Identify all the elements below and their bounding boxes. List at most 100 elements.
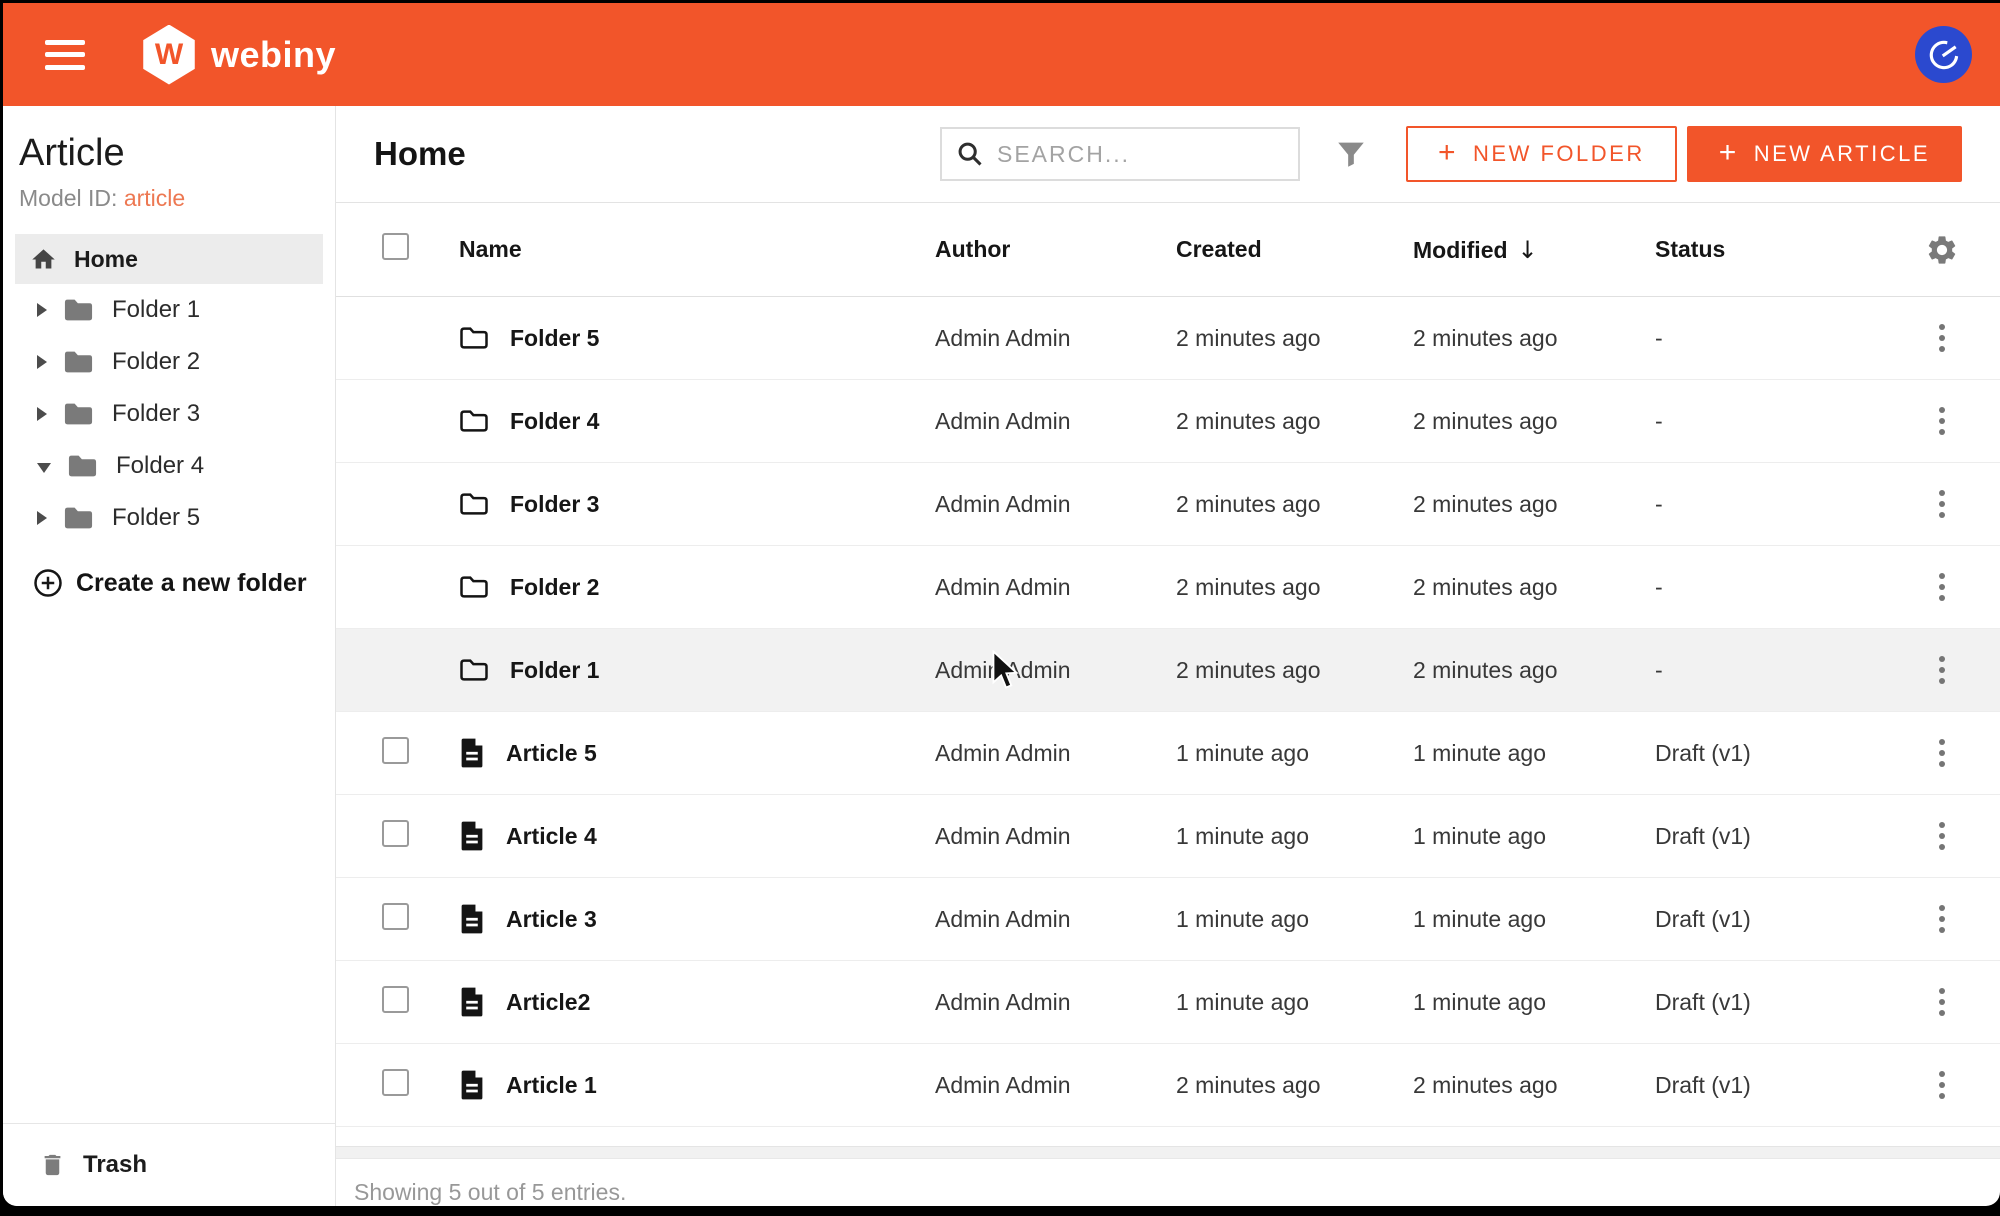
search-input[interactable] [997,141,1284,168]
user-avatar[interactable] [1915,26,1972,83]
column-header-created[interactable]: Created [1176,236,1413,263]
cell-created: 2 minutes ago [1176,657,1413,684]
kebab-menu-icon[interactable] [1933,484,1951,524]
cell-author: Admin Admin [935,408,1176,435]
table-row[interactable]: Article 3 Admin Admin 1 minute ago 1 min… [336,878,2000,961]
sidebar-folder-item[interactable]: Folder 3 [3,388,335,440]
caret-icon[interactable] [37,407,47,421]
table-row[interactable]: Folder 5 Admin Admin 2 minutes ago 2 min… [336,297,2000,380]
row-checkbox[interactable] [382,986,409,1013]
folder-tree: Home Folder 1 Folder 2 Folder 3 Folder 4… [3,234,335,544]
filter-button[interactable] [1334,137,1368,171]
table-row[interactable]: Article 5 Admin Admin 1 minute ago 1 min… [336,712,2000,795]
row-checkbox[interactable] [382,903,409,930]
cell-created: 2 minutes ago [1176,408,1413,435]
cell-status: Draft (v1) [1655,740,1904,767]
cell-created: 1 minute ago [1176,740,1413,767]
caret-icon[interactable] [37,511,47,525]
cell-status: Draft (v1) [1655,823,1904,850]
new-folder-button[interactable]: + NEW FOLDER [1406,126,1677,182]
entry-name[interactable]: Folder 2 [510,574,599,601]
hamburger-menu-icon[interactable] [45,40,85,70]
table-row[interactable]: Folder 2 Admin Admin 2 minutes ago 2 min… [336,546,2000,629]
select-all-checkbox[interactable] [382,233,409,260]
folder-label: Folder 3 [112,400,200,428]
row-checkbox[interactable] [382,820,409,847]
home-label: Home [74,246,138,273]
model-id: Model ID: article [19,185,319,212]
kebab-menu-icon[interactable] [1933,650,1951,690]
table-row[interactable]: Folder 4 Admin Admin 2 minutes ago 2 min… [336,380,2000,463]
page-title: Home [374,135,466,173]
kebab-menu-icon[interactable] [1933,567,1951,607]
cell-author: Admin Admin [935,906,1176,933]
kebab-menu-icon[interactable] [1933,733,1951,773]
create-new-folder-button[interactable]: Create a new folder [3,568,335,598]
kebab-menu-icon[interactable] [1933,816,1951,856]
webiny-logo-icon[interactable]: W [141,25,197,85]
filter-funnel-icon [1334,137,1368,171]
column-header-status[interactable]: Status [1655,236,1904,263]
cell-modified: 2 minutes ago [1413,1072,1655,1099]
sidebar-item-home[interactable]: Home [15,234,323,284]
folder-label: Folder 4 [116,452,204,480]
kebab-menu-icon[interactable] [1933,899,1951,939]
cell-author: Admin Admin [935,823,1176,850]
caret-icon[interactable] [37,303,47,317]
cell-created: 2 minutes ago [1176,574,1413,601]
table-row[interactable]: Article2 Admin Admin 1 minute ago 1 minu… [336,961,2000,1044]
sidebar-folder-item[interactable]: Folder 2 [3,336,335,388]
cell-status: - [1655,408,1904,435]
home-icon [30,246,57,273]
entry-name[interactable]: Folder 4 [510,408,599,435]
column-header-name[interactable]: Name [459,236,935,263]
table-body: Folder 5 Admin Admin 2 minutes ago 2 min… [336,297,2000,1127]
entry-name[interactable]: Article 3 [506,906,597,933]
column-header-modified[interactable]: Modified↓ [1413,236,1655,264]
new-article-button[interactable]: + NEW ARTICLE [1687,126,1962,182]
table-row[interactable]: Article 4 Admin Admin 1 minute ago 1 min… [336,795,2000,878]
kebab-menu-icon[interactable] [1933,318,1951,358]
model-id-value[interactable]: article [124,185,185,211]
document-icon [459,738,485,768]
entry-name[interactable]: Folder 3 [510,491,599,518]
folder-icon [459,657,489,683]
cell-author: Admin Admin [935,740,1176,767]
kebab-menu-icon[interactable] [1933,401,1951,441]
entry-name[interactable]: Article 5 [506,740,597,767]
kebab-menu-icon[interactable] [1933,1065,1951,1105]
table-row[interactable]: Folder 1 Admin Admin 2 minutes ago 2 min… [336,629,2000,712]
cell-created: 2 minutes ago [1176,325,1413,352]
entry-name[interactable]: Folder 5 [510,325,599,352]
search-box[interactable] [940,127,1300,181]
trash-button[interactable]: Trash [3,1123,335,1206]
cell-author: Admin Admin [935,574,1176,601]
column-header-author[interactable]: Author [935,236,1176,263]
cell-created: 2 minutes ago [1176,1072,1413,1099]
cell-created: 2 minutes ago [1176,491,1413,518]
sort-descending-icon: ↓ [1518,236,1538,264]
cell-status: - [1655,325,1904,352]
sidebar-folder-item[interactable]: Folder 5 [3,492,335,544]
table-row[interactable]: Article 1 Admin Admin 2 minutes ago 2 mi… [336,1044,2000,1127]
entry-name[interactable]: Article2 [506,989,590,1016]
cell-modified: 2 minutes ago [1413,574,1655,601]
sidebar-folder-item[interactable]: Folder 4 [3,440,335,492]
power-icon [1917,28,1970,81]
kebab-menu-icon[interactable] [1933,982,1951,1022]
caret-icon[interactable] [37,355,47,369]
entry-name[interactable]: Folder 1 [510,657,599,684]
entry-name[interactable]: Article 1 [506,1072,597,1099]
entry-name[interactable]: Article 4 [506,823,597,850]
row-checkbox[interactable] [382,1069,409,1096]
cell-author: Admin Admin [935,657,1176,684]
top-app-bar: W webiny [3,3,2000,106]
trash-label: Trash [83,1151,147,1179]
model-id-label: Model ID: [19,185,117,211]
table-settings-button[interactable] [1925,233,1959,267]
sidebar-folder-item[interactable]: Folder 1 [3,284,335,336]
caret-icon[interactable] [37,463,51,473]
row-checkbox[interactable] [382,737,409,764]
table-row[interactable]: Folder 3 Admin Admin 2 minutes ago 2 min… [336,463,2000,546]
cell-author: Admin Admin [935,1072,1176,1099]
